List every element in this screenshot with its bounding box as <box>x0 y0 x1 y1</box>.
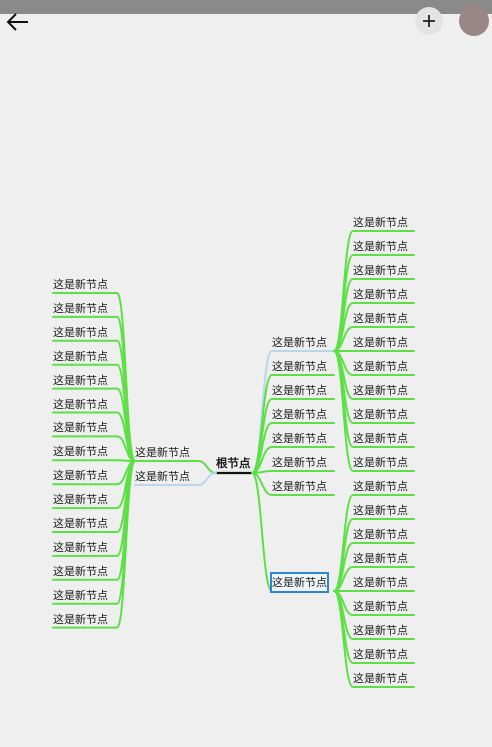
right-leaf-node-label: 这是新节点 <box>353 432 408 445</box>
right-branch-node-label: 这是新节点 <box>272 360 327 373</box>
right-leaf-node-label: 这是新节点 <box>353 576 408 589</box>
right-branch-node[interactable]: 这是新节点 <box>272 478 327 495</box>
left-leaf-node[interactable]: 这是新节点 <box>53 563 108 580</box>
right-leaf-node[interactable]: 这是新节点 <box>353 550 408 567</box>
right-leaf-node-label: 这是新节点 <box>353 456 408 469</box>
right-leaf-node-label: 这是新节点 <box>353 648 408 661</box>
left-branch-node[interactable]: 这是新节点 <box>135 468 190 485</box>
left-leaf-node-label: 这是新节点 <box>53 445 108 459</box>
right-leaf-node-label: 这是新节点 <box>353 480 408 493</box>
right-branch-node-selected[interactable]: 这是新节点 <box>270 572 329 593</box>
left-leaf-node[interactable]: 这是新节点 <box>53 419 108 436</box>
left-leaf-node-label: 这是新节点 <box>53 397 108 411</box>
right-leaf-node[interactable]: 这是新节点 <box>353 214 408 231</box>
right-branch-node-label: 这是新节点 <box>272 408 327 421</box>
right-branch-node[interactable]: 这是新节点 <box>272 358 327 375</box>
right-leaf-node-label: 这是新节点 <box>353 408 408 421</box>
right-branch-node-label: 这是新节点 <box>272 384 327 397</box>
right-branch-node[interactable]: 这是新节点 <box>272 454 327 471</box>
root-node[interactable]: 根节点 <box>216 455 251 472</box>
right-branch-node[interactable]: 这是新节点 <box>272 382 327 399</box>
right-leaf-node[interactable]: 这是新节点 <box>353 598 408 615</box>
right-leaf-node[interactable]: 这是新节点 <box>353 286 408 303</box>
right-branch-node-selected-label: 这是新节点 <box>272 576 327 589</box>
right-leaf-node-label: 这是新节点 <box>353 528 408 541</box>
left-leaf-node-label: 这是新节点 <box>53 493 108 507</box>
right-leaf-node-label: 这是新节点 <box>353 504 408 517</box>
right-leaf-node-label: 这是新节点 <box>353 384 408 397</box>
left-leaf-node[interactable]: 这是新节点 <box>53 611 108 628</box>
right-leaf-node[interactable]: 这是新节点 <box>353 382 408 399</box>
right-leaf-node[interactable]: 这是新节点 <box>353 574 408 591</box>
left-branch-node-label: 这是新节点 <box>135 470 190 483</box>
right-leaf-node[interactable]: 这是新节点 <box>353 238 408 255</box>
right-leaf-node-label: 这是新节点 <box>353 360 408 373</box>
right-leaf-node-label: 这是新节点 <box>353 216 408 229</box>
left-leaf-node-label: 这是新节点 <box>53 517 108 530</box>
right-leaf-node-label: 这是新节点 <box>353 672 408 685</box>
left-leaf-node-label: 这是新节点 <box>53 588 108 602</box>
left-leaf-node[interactable]: 这是新节点 <box>53 539 108 556</box>
right-leaf-node-label: 这是新节点 <box>353 240 408 253</box>
left-leaf-node[interactable]: 这是新节点 <box>53 515 108 532</box>
right-branch-node-label: 这是新节点 <box>272 432 327 445</box>
right-branch-node[interactable]: 这是新节点 <box>272 430 327 447</box>
right-leaf-node[interactable]: 这是新节点 <box>353 622 408 639</box>
right-branch-connector <box>251 472 273 592</box>
left-leaf-node-label: 这是新节点 <box>53 540 108 554</box>
left-leaf-node-label: 这是新节点 <box>53 469 108 483</box>
left-leaf-node-label: 这是新节点 <box>53 612 108 626</box>
right-leaf-node-label: 这是新节点 <box>353 600 408 613</box>
right-leaf-node[interactable]: 这是新节点 <box>353 310 408 327</box>
left-leaf-node-label: 这是新节点 <box>53 564 108 578</box>
right-leaf-node[interactable]: 这是新节点 <box>353 670 408 687</box>
right-leaf-node-label: 这是新节点 <box>353 552 408 565</box>
left-branch-node[interactable]: 这是新节点 <box>135 444 190 461</box>
right-leaf-node-label: 这是新节点 <box>353 312 408 325</box>
root-node-label: 根节点 <box>216 456 251 470</box>
left-leaf-node[interactable]: 这是新节点 <box>53 587 108 604</box>
right-branch-node-label: 这是新节点 <box>272 336 327 349</box>
left-leaf-node[interactable]: 这是新节点 <box>53 276 108 293</box>
right-branch-connector <box>251 350 273 474</box>
right-leaf-node[interactable]: 这是新节点 <box>353 334 408 351</box>
right-leaf-node[interactable]: 这是新节点 <box>353 454 408 471</box>
left-branch-node-label: 这是新节点 <box>135 446 190 459</box>
left-leaf-node-label: 这是新节点 <box>53 278 108 291</box>
right-leaf-node-label: 这是新节点 <box>353 264 408 277</box>
right-leaf-node[interactable]: 这是新节点 <box>353 646 408 663</box>
left-leaf-node-label: 这是新节点 <box>53 421 108 435</box>
left-leaf-node[interactable]: 这是新节点 <box>53 324 108 341</box>
right-leaf-connector <box>333 350 354 472</box>
left-leaf-node[interactable]: 这是新节点 <box>53 491 108 508</box>
left-leaf-node[interactable]: 这是新节点 <box>53 396 108 413</box>
left-leaf-connector <box>116 339 136 462</box>
right-leaf-connector <box>333 230 354 352</box>
right-leaf-node[interactable]: 这是新节点 <box>353 262 408 279</box>
left-leaf-node-label: 这是新节点 <box>53 349 108 363</box>
left-leaf-node-label: 这是新节点 <box>53 325 108 339</box>
left-leaf-node[interactable]: 这是新节点 <box>53 467 108 484</box>
left-leaf-node[interactable]: 这是新节点 <box>53 300 108 317</box>
right-leaf-node[interactable]: 这是新节点 <box>353 358 408 375</box>
right-branch-node-label: 这是新节点 <box>272 480 327 493</box>
right-leaf-node[interactable]: 这是新节点 <box>353 526 408 543</box>
right-branch-node[interactable]: 这是新节点 <box>272 406 327 423</box>
right-branch-node[interactable]: 这是新节点 <box>272 334 327 351</box>
left-leaf-node[interactable]: 这是新节点 <box>53 348 108 365</box>
left-leaf-node[interactable]: 这是新节点 <box>53 443 108 460</box>
left-leaf-node-label: 这是新节点 <box>53 301 108 315</box>
right-leaf-node[interactable]: 这是新节点 <box>353 406 408 423</box>
left-branch-connector <box>197 460 217 474</box>
right-leaf-node-label: 这是新节点 <box>353 336 408 349</box>
right-branch-node-label: 这是新节点 <box>272 456 327 469</box>
right-leaf-node-label: 这是新节点 <box>353 288 408 301</box>
left-branch-connector <box>197 472 217 486</box>
right-leaf-node[interactable]: 这是新节点 <box>353 430 408 447</box>
right-leaf-node[interactable]: 这是新节点 <box>353 502 408 519</box>
right-leaf-node-label: 这是新节点 <box>353 624 408 637</box>
left-leaf-node-label: 这是新节点 <box>53 373 108 387</box>
left-leaf-node[interactable]: 这是新节点 <box>53 372 108 389</box>
right-leaf-node[interactable]: 这是新节点 <box>353 478 408 495</box>
